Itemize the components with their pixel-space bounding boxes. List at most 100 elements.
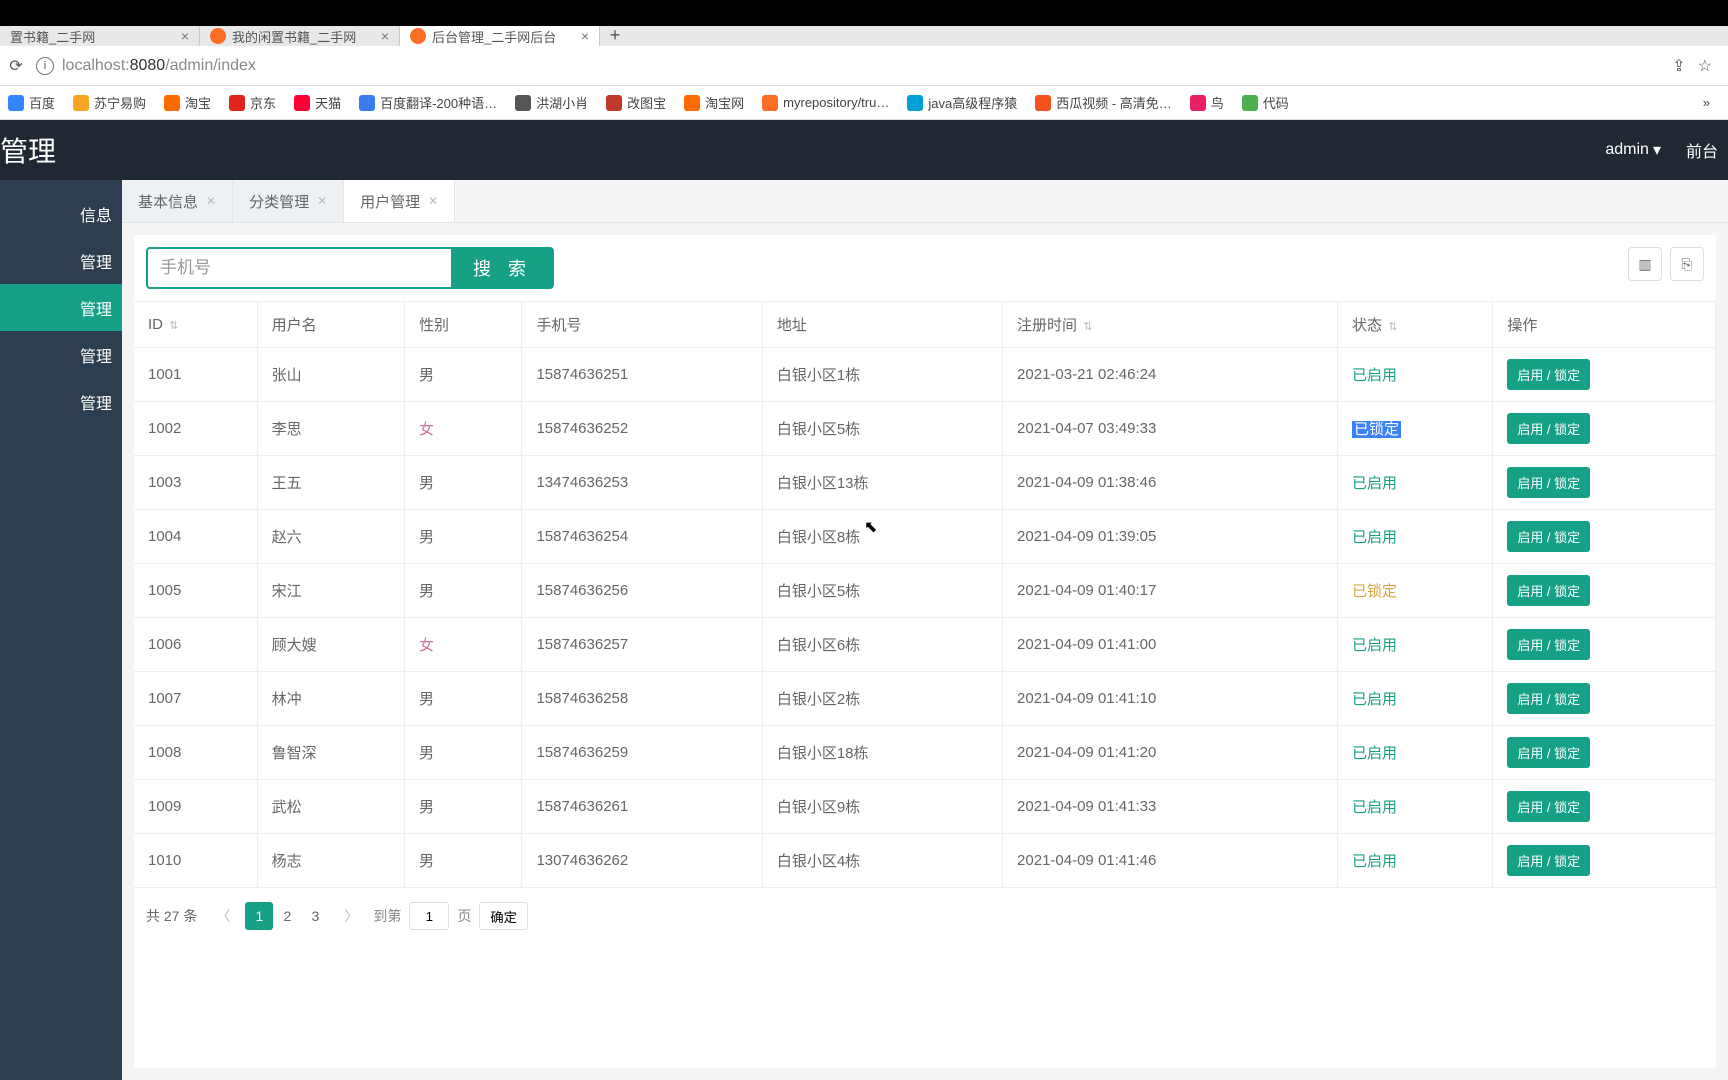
pager-page[interactable]: 2 (273, 902, 301, 930)
bookmark-item[interactable]: 京东 (229, 93, 276, 112)
cell: 赵六 (257, 510, 404, 564)
close-icon[interactable]: ✕ (206, 194, 216, 208)
col-header[interactable]: 状态 ⇅ (1338, 302, 1493, 348)
tab-label: 基本信息 (138, 191, 198, 212)
close-icon[interactable]: × (381, 28, 389, 44)
bookmark-item[interactable]: 淘宝 (164, 93, 211, 112)
cell: 白银小区9栋 (762, 780, 1002, 834)
sidebar-item[interactable]: 管理 (0, 237, 122, 284)
new-tab-button[interactable]: + (600, 25, 630, 46)
sidebar-item[interactable]: 管理 (0, 331, 122, 378)
bookmarks-more-icon[interactable]: » (1703, 95, 1720, 110)
sidebar: 信息管理管理管理管理 (0, 180, 122, 1080)
user-menu[interactable]: admin▾ (1605, 140, 1661, 160)
status-cell: 已启用 (1338, 348, 1493, 402)
sidebar-item[interactable]: 管理 (0, 378, 122, 425)
search-button[interactable]: 搜 索 (451, 247, 554, 289)
bookmark-item[interactable]: 改图宝 (606, 93, 666, 112)
users-table: ID ⇅用户名性别手机号地址注册时间 ⇅状态 ⇅操作 1001张山男158746… (134, 301, 1716, 888)
col-header[interactable]: 地址 (762, 302, 1002, 348)
content-tab[interactable]: 分类管理✕ (233, 180, 344, 222)
cell: 女 (404, 618, 521, 672)
toggle-lock-button[interactable]: 启用 / 锁定 (1507, 521, 1590, 552)
browser-tab-1[interactable]: 我的闲置书籍_二手网× (200, 26, 400, 46)
chevron-down-icon: ▾ (1653, 140, 1661, 160)
pager-page[interactable]: 1 (245, 902, 273, 930)
pager-page[interactable]: 3 (301, 902, 329, 930)
content-area: 基本信息✕分类管理✕用户管理✕ 搜 索 ▥ ⎘ ID ⇅用户名性别手机号地址注册… (122, 180, 1728, 1080)
col-header[interactable]: 操作 (1493, 302, 1716, 348)
toggle-lock-button[interactable]: 启用 / 锁定 (1507, 629, 1590, 660)
sort-icon[interactable]: ⇅ (169, 320, 178, 332)
col-header[interactable]: 性别 (404, 302, 521, 348)
op-cell: 启用 / 锁定 (1493, 510, 1716, 564)
toggle-lock-button[interactable]: 启用 / 锁定 (1507, 683, 1590, 714)
reload-icon[interactable]: ⟳ (6, 56, 26, 76)
content-tab[interactable]: 基本信息 ✕ (122, 180, 233, 222)
col-header[interactable]: 用户名 (257, 302, 404, 348)
pager-next[interactable]: 〉 (337, 902, 365, 930)
col-header[interactable]: 手机号 (522, 302, 762, 348)
sidebar-item[interactable]: 管理 (0, 284, 122, 331)
bookmark-item[interactable]: 百度 (8, 93, 55, 112)
close-icon[interactable]: ✕ (317, 194, 327, 208)
pager-goto-input[interactable] (409, 902, 449, 930)
op-cell: 启用 / 锁定 (1493, 402, 1716, 456)
table-row: 1007林冲男15874636258白银小区2栋2021-04-09 01:41… (134, 672, 1716, 726)
cell: 白银小区8栋 (762, 510, 1002, 564)
close-icon[interactable]: × (581, 28, 589, 44)
close-icon[interactable]: × (181, 28, 189, 44)
status-cell: 已启用 (1338, 834, 1493, 888)
cell: 张山 (257, 348, 404, 402)
sidebar-item[interactable]: 信息 (0, 190, 122, 237)
toggle-lock-button[interactable]: 启用 / 锁定 (1507, 413, 1590, 444)
tab-title: 置书籍_二手网 (10, 27, 95, 46)
toggle-lock-button[interactable]: 启用 / 锁定 (1507, 359, 1590, 390)
pager-confirm-button[interactable]: 确定 (479, 902, 528, 930)
browser-tab-2[interactable]: 后台管理_二手网后台 × (400, 26, 600, 46)
bookmark-item[interactable]: 代码 (1242, 93, 1289, 112)
share-icon[interactable]: ⇪ (1672, 56, 1685, 76)
bookmark-item[interactable]: 百度翻译-200种语… (359, 93, 497, 112)
cell: 李思 (257, 402, 404, 456)
col-header[interactable]: ID ⇅ (134, 302, 257, 348)
bookmark-item[interactable]: 淘宝网 (684, 93, 744, 112)
bookmark-label: 淘宝网 (705, 93, 744, 112)
favicon-icon (410, 28, 426, 44)
site-info-icon[interactable]: i (36, 57, 54, 75)
bookmark-item[interactable]: java高级程序猿 (907, 93, 1017, 112)
toggle-lock-button[interactable]: 启用 / 锁定 (1507, 575, 1590, 606)
cell: 1003 (134, 456, 257, 510)
cell: 15874636258 (522, 672, 762, 726)
bookmark-item[interactable]: 鸟 (1190, 93, 1224, 112)
tab-title: 后台管理_二手网后台 (432, 27, 556, 46)
toggle-lock-button[interactable]: 启用 / 锁定 (1507, 791, 1590, 822)
op-cell: 启用 / 锁定 (1493, 834, 1716, 888)
close-icon[interactable]: ✕ (428, 194, 438, 208)
pager-prev[interactable]: 〈 (209, 902, 237, 930)
frontend-link[interactable]: 前台 (1686, 138, 1718, 162)
sort-icon[interactable]: ⇅ (1083, 321, 1092, 333)
search-input[interactable] (146, 247, 451, 289)
bookmark-item[interactable]: 苏宁易购 (73, 93, 146, 112)
sort-icon[interactable]: ⇅ (1388, 321, 1397, 333)
browser-tab-0[interactable]: 置书籍_二手网 × (0, 26, 200, 46)
toggle-lock-button[interactable]: 启用 / 锁定 (1507, 467, 1590, 498)
bookmark-item[interactable]: 洪湖小肖 (515, 93, 588, 112)
bookmark-item[interactable]: myrepository/tru… (762, 95, 889, 111)
star-icon[interactable]: ☆ (1698, 56, 1712, 76)
op-cell: 启用 / 锁定 (1493, 780, 1716, 834)
columns-tool-icon[interactable]: ▥ (1628, 247, 1662, 281)
app-title: 管理 (0, 130, 56, 170)
url-display[interactable]: localhost:8080/admin/index (62, 57, 256, 75)
bookmark-item[interactable]: 天猫 (294, 93, 341, 112)
bookmark-label: 淘宝 (185, 93, 211, 112)
content-tab[interactable]: 用户管理✕ (344, 180, 455, 222)
export-tool-icon[interactable]: ⎘ (1670, 247, 1704, 281)
cell: 1001 (134, 348, 257, 402)
cell: 鲁智深 (257, 726, 404, 780)
bookmark-item[interactable]: 西瓜视频 - 高清免… (1035, 93, 1172, 112)
col-header[interactable]: 注册时间 ⇅ (1003, 302, 1338, 348)
toggle-lock-button[interactable]: 启用 / 锁定 (1507, 737, 1590, 768)
toggle-lock-button[interactable]: 启用 / 锁定 (1507, 845, 1590, 876)
